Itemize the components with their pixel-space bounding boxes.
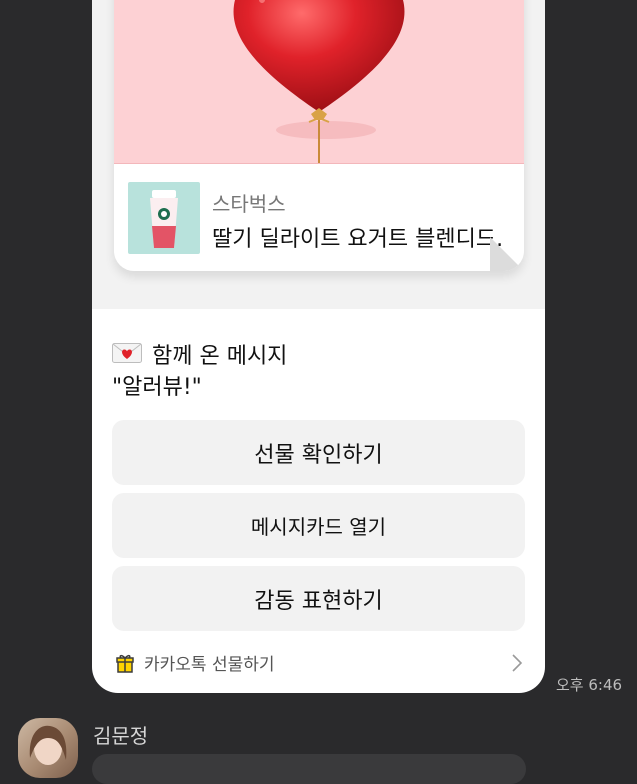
drink-cup-icon [150, 190, 178, 248]
open-message-card-button[interactable]: 메시지카드 열기 [112, 493, 525, 558]
gift-card-area: 스타벅스 딸기 딜라이트 요거트 블렌디드. [92, 0, 545, 309]
message-timestamp: 오후 6:46 [556, 676, 623, 694]
card-corner-fold [490, 237, 524, 271]
avatar[interactable] [18, 718, 78, 778]
chevron-right-icon[interactable] [510, 652, 524, 674]
kakaotalk-gift-link[interactable]: 카카오톡 선물하기 [144, 650, 275, 675]
product-thumbnail [128, 182, 200, 254]
gift-card[interactable]: 스타벅스 딸기 딜라이트 요거트 블렌디드. [114, 0, 524, 271]
product-brand: 스타벅스 [212, 192, 286, 216]
product-name: 딸기 딜라이트 요거트 블렌디드. [212, 227, 504, 252]
gift-card-image [114, 0, 524, 164]
gift-message-bubble: 스타벅스 딸기 딜라이트 요거트 블렌디드. 함께 온 메시지 "알러뷰!" 선… [92, 0, 545, 693]
gift-box-icon [116, 654, 134, 673]
heart-balloon-image [233, 0, 405, 163]
profile-photo [29, 725, 67, 765]
message-title: 함께 온 메시지 [152, 344, 288, 369]
next-message-bubble[interactable] [92, 754, 526, 784]
express-thanks-button[interactable]: 감동 표현하기 [112, 566, 525, 631]
check-gift-button[interactable]: 선물 확인하기 [112, 420, 525, 485]
message-body: "알러뷰!" [112, 375, 202, 400]
love-letter-emoji [112, 343, 142, 363]
sender-name: 김문정 [93, 724, 149, 748]
